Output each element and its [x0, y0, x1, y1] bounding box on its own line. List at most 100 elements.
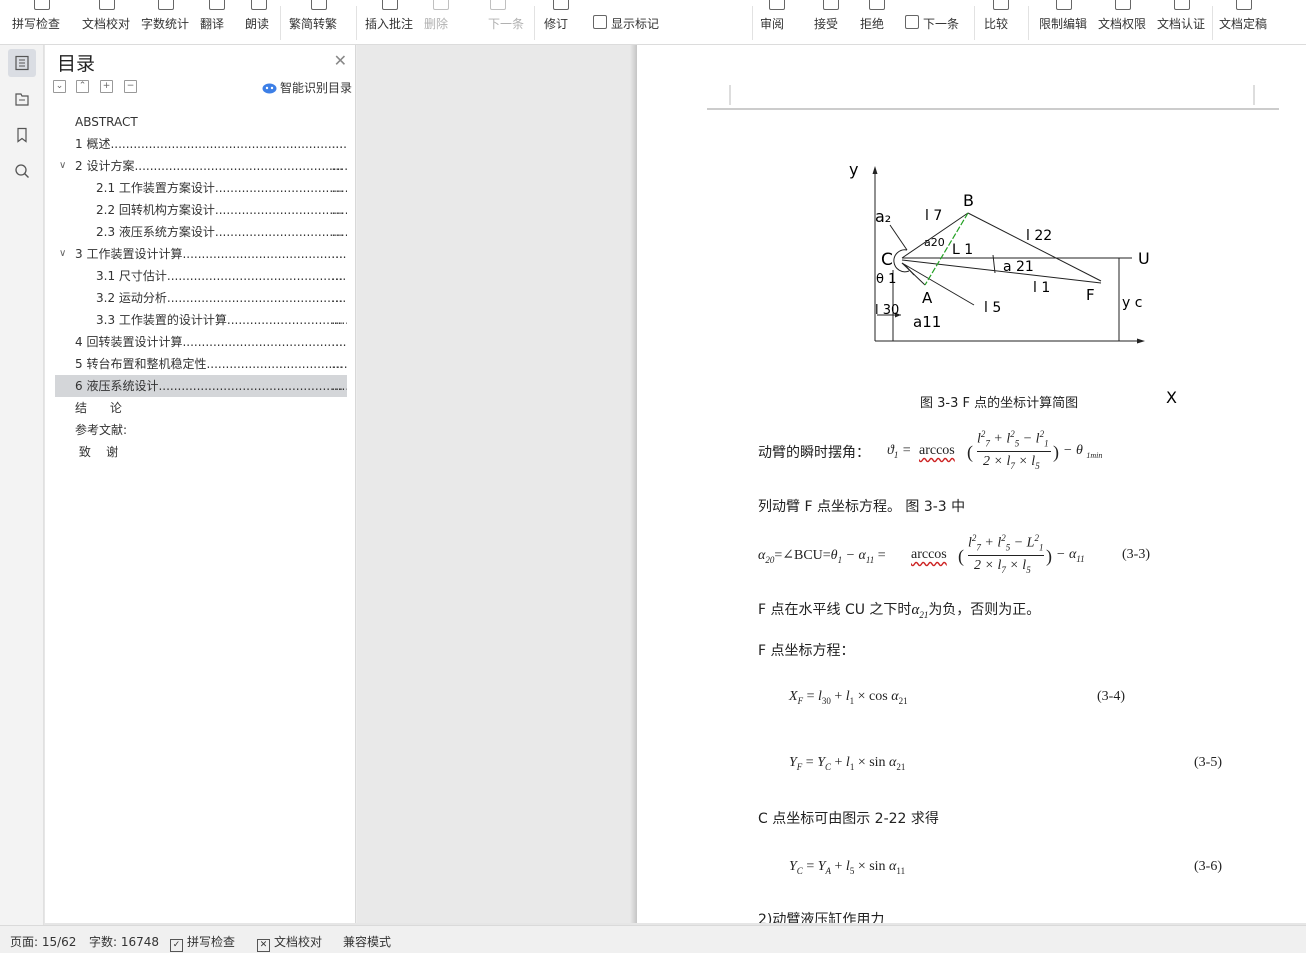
toc-item[interactable]: ABSTRACT [55, 111, 347, 133]
label-a11: a11 [913, 313, 941, 331]
bookmark-button[interactable] [8, 121, 36, 149]
delete-comment-button[interactable]: 删除 [424, 0, 458, 44]
toc-title: 目录 [57, 53, 96, 75]
bookmark-icon [17, 127, 27, 143]
compat-mode: 兼容模式 [343, 935, 392, 949]
doc-finalize-button[interactable]: 文档定稿 [1219, 0, 1269, 44]
smart-toc-button[interactable]: 智能识别目录 [262, 79, 352, 96]
search-icon [15, 164, 29, 178]
toc-item[interactable]: 3.1 尺寸估计................................… [55, 265, 347, 287]
label-l1: l 1 [1033, 280, 1050, 296]
review-button[interactable]: 审阅 [760, 0, 794, 44]
accept-button[interactable]: 接受 [814, 0, 848, 44]
label-l5: l 5 [984, 300, 1001, 316]
label-l30: l 30 [875, 303, 899, 318]
chevron-down-icon[interactable]: ∨ [59, 155, 66, 177]
status-doc-proof[interactable]: ✕ 文档校对 [257, 933, 322, 952]
toc-item[interactable]: 5 转台布置和整机稳定性............................… [55, 353, 347, 375]
restrict-edit-button[interactable]: 限制编辑 [1039, 0, 1089, 44]
toc-item[interactable]: 1 概述....................................… [55, 133, 347, 155]
equation-theta1: ϑ1 = arccos ( l27 + l25 − l21 2 × l7 × l… [887, 429, 1103, 471]
ribbon-toolbar: 拼写检查 文档校对 字数统计 翻译 朗读 繁简转繁 插入批注 删除 下一条 修订… [0, 0, 1306, 45]
paragraph-f-point: 列动臂 F 点坐标方程。 图 3-3 中 [758, 499, 966, 515]
toc-item[interactable]: 致 谢 [55, 441, 347, 463]
toc-item[interactable]: ∨ 3 工作装置设计计算.............................… [55, 243, 347, 265]
doc-permission-button[interactable]: 文档权限 [1098, 0, 1148, 44]
doc-auth-button[interactable]: 文档认证 [1157, 0, 1207, 44]
equation-3-5: YF = YC + l1 × sin α21 [789, 755, 906, 772]
reject-button[interactable]: 拒绝 [860, 0, 894, 44]
next-comment-icon [490, 0, 506, 10]
doc-proof-button[interactable]: 文档校对 [82, 0, 132, 44]
label-L1: L 1 [952, 242, 973, 258]
workspace-background [356, 45, 637, 923]
review-icon [769, 0, 785, 10]
read-aloud-button[interactable]: 朗读 [245, 0, 273, 44]
compare-icon [993, 0, 1009, 10]
word-count-icon [158, 0, 174, 10]
toc-view-button[interactable] [8, 49, 36, 77]
search-button[interactable] [8, 157, 36, 185]
toc-item-selected[interactable]: 6 液压系统设计................................… [55, 375, 347, 397]
revise-button[interactable]: 修订 [544, 0, 578, 44]
label-A: A [922, 289, 933, 307]
ai-cloud-icon [262, 83, 277, 93]
delete-comment-icon [433, 0, 449, 10]
compare-button[interactable]: 比较 [984, 0, 1018, 44]
paragraph-swing-angle: 动臂的瞬时摆角： [758, 445, 870, 461]
next-change-icon [905, 15, 919, 29]
label-theta1: θ 1 [876, 272, 896, 287]
label-B: B [963, 191, 974, 210]
label-l7: l 7 [925, 208, 942, 224]
label-F: F [1086, 286, 1095, 304]
paragraph-c-point: C 点坐标可由图示 2-22 求得 [758, 811, 939, 827]
toc-item[interactable]: 2.1 工作装置方案设计............................… [55, 177, 347, 199]
read-aloud-icon [251, 0, 267, 10]
label-yc: y c [1122, 295, 1142, 311]
document-page[interactable]: y X B C A F U a₂ l 7 a20 L 1 l 22 a 21 l… [637, 45, 1306, 923]
expand-up-icon[interactable]: ⌃ [76, 80, 89, 93]
equation-3-6: YC = YA + l5 × sin α11 [789, 859, 906, 876]
toc-pane: 目录 ✕ ⌄ ⌃ + − 智能识别目录 ABSTRACT 1 概述.......… [45, 45, 356, 923]
toc-item[interactable]: 2.3 液压系统方案设计............................… [55, 221, 347, 243]
equation-number: (3-5) [1194, 755, 1222, 770]
toc-item[interactable]: 结 论 [55, 397, 347, 419]
toc-item[interactable]: 2.2 回转机构方案设计............................… [55, 199, 347, 221]
trad-simp-icon [311, 0, 327, 10]
toc-item[interactable]: 3.2 运动分析................................… [55, 287, 347, 309]
equation-number: (3-6) [1194, 859, 1222, 874]
trad-simp-button[interactable]: 繁简转繁 [289, 0, 349, 44]
toc-item[interactable]: ∨ 2 设计方案.................................… [55, 155, 347, 177]
paragraph-f-equation: F 点坐标方程： [758, 643, 855, 659]
toc-icon [15, 55, 29, 71]
word-count-button[interactable]: 字数统计 [141, 0, 191, 44]
checkbox-icon: ✓ [170, 939, 183, 952]
label-l22: l 22 [1026, 228, 1052, 244]
collapse-all-icon[interactable]: ⌄ [53, 80, 66, 93]
next-change-button[interactable]: 下一条 [905, 0, 965, 44]
translate-icon [209, 0, 225, 10]
chapter-icon [15, 93, 29, 106]
spell-check-button[interactable]: 拼写检查 [12, 0, 72, 44]
show-marks-dropdown[interactable]: 显示标记 [593, 0, 673, 44]
word-count-indicator[interactable]: 字数: 16748 [89, 933, 159, 950]
toc-item[interactable]: 3.3 工作装置的设计计算...........................… [55, 309, 347, 331]
next-comment-button[interactable]: 下一条 [468, 0, 528, 44]
proof-box-icon: ✕ [257, 939, 270, 952]
navigation-rail [0, 45, 44, 925]
toc-item[interactable]: 4 回转装置设计计算..............................… [55, 331, 347, 353]
chapter-view-button[interactable] [8, 85, 36, 113]
status-spell-check[interactable]: ✓ 拼写检查 [170, 933, 235, 952]
label-y-axis: y [849, 160, 858, 179]
remove-level-icon[interactable]: − [124, 80, 137, 93]
reject-icon [869, 0, 885, 10]
toc-item[interactable]: 参考文献: [55, 419, 347, 441]
page-indicator[interactable]: 页面: 15/62 [10, 933, 76, 950]
chevron-down-icon[interactable]: ∨ [59, 243, 66, 265]
add-level-icon[interactable]: + [100, 80, 113, 93]
close-icon[interactable]: ✕ [334, 51, 347, 70]
translate-button[interactable]: 翻译 [200, 0, 234, 44]
insert-comment-button[interactable]: 插入批注 [365, 0, 415, 44]
label-x-axis: X [1166, 388, 1177, 407]
doc-auth-icon [1174, 0, 1190, 10]
